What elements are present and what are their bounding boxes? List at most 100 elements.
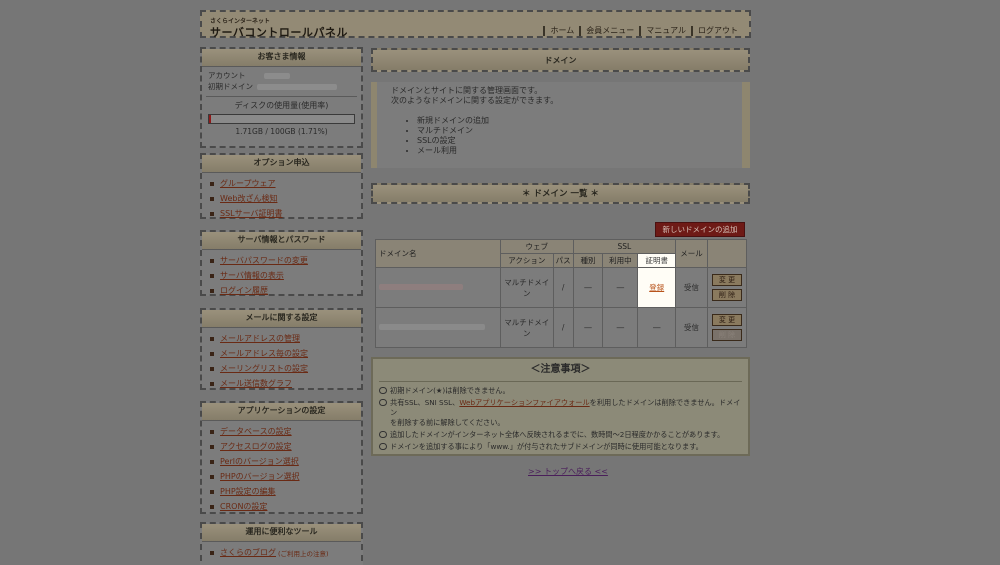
domain-list-title: ＊ ドメイン 一覧 ＊ <box>371 183 750 204</box>
database-link[interactable]: データベースの設定 <box>220 426 292 437</box>
nav-logout[interactable]: ログアウト <box>691 26 743 36</box>
bullet-icon <box>210 273 214 278</box>
sidebar-item-php-config: PHP設定の編集 <box>210 484 357 499</box>
col-action: アクション <box>499 253 554 268</box>
options-panel: オプション申込 グループウェア Web改ざん検知 SSLサーバ証明書 <box>200 153 363 219</box>
login-history-link[interactable]: ログイン履歴 <box>220 285 268 296</box>
disk-usage-fill <box>209 115 212 123</box>
page-title: ドメイン <box>371 48 750 72</box>
intro-list: 新規ドメインの追加 マルチドメイン SSLの設定 メール利用 <box>417 116 728 156</box>
nav-member-menu[interactable]: 会員メニュー <box>579 26 639 36</box>
customer-info-title: お客さま情報 <box>202 49 361 67</box>
sidebar-item-php: PHPのバージョン選択 <box>210 469 357 484</box>
mail-cell: 受信 <box>675 267 708 308</box>
action-cell: マルチドメイン <box>499 267 554 308</box>
account-value-redacted <box>263 73 290 79</box>
mail-per-address-link[interactable]: メールアドレス毎の設定 <box>220 348 308 359</box>
domain-table: ドメイン名 ウェブ SSL メール アクション パス 種別 利用中 証明書 マル… <box>375 239 748 348</box>
table-row: マルチドメイン / ― ― ― 受信 変 更 削 除 <box>375 307 748 348</box>
ssl-cert-link[interactable]: SSLサーバ証明書 <box>220 208 283 219</box>
mail-address-link[interactable]: メールアドレスの管理 <box>220 333 300 344</box>
note-item: 共有SSL、SNI SSL、Webアプリケーションファイアウォールを利用したドメ… <box>379 398 742 428</box>
bullet-icon <box>210 258 214 263</box>
blog-note-link[interactable]: (ご利用上の注意) <box>278 548 329 558</box>
mail-settings-panel: メールに関する設定 メールアドレスの管理 メールアドレス毎の設定 メーリングリス… <box>200 308 363 390</box>
sidebar-item-mail-address: メールアドレスの管理 <box>210 331 357 346</box>
tools-panel: 運用に便利なツール さくらのブログ (ご利用上の注意) <box>200 522 363 565</box>
waf-link[interactable]: Webアプリケーションファイアウォール <box>459 398 589 407</box>
change-password-link[interactable]: サーバパスワードの変更 <box>220 255 308 266</box>
server-info-panel: サーバ情報とパスワード サーバパスワードの変更 サーバ情報の表示 ログイン履歴 <box>200 230 363 296</box>
register-certificate-link[interactable]: 登録 <box>649 283 664 292</box>
add-domain-button[interactable]: 新しいドメインの追加 <box>655 222 745 237</box>
cron-link[interactable]: CRONの設定 <box>220 501 267 512</box>
sidebar-item-login-history: ログイン履歴 <box>210 283 357 298</box>
mail-graph-link[interactable]: メール送信数グラフ <box>220 378 292 389</box>
notes-title: ＜注意事項＞ <box>379 359 742 382</box>
account-row: アカウント <box>202 70 361 81</box>
bullet-icon <box>210 196 214 201</box>
back-to-top-link[interactable]: >> トップへ戻る << <box>528 467 608 476</box>
bullet-icon <box>210 288 214 293</box>
sidebar-item-perl: Perlのバージョン選択 <box>210 454 357 469</box>
bullet-icon <box>210 444 214 449</box>
web-tamper-link[interactable]: Web改ざん検知 <box>220 193 277 204</box>
php-version-link[interactable]: PHPのバージョン選択 <box>220 471 300 482</box>
sidebar-item-mailing-list: メーリングリストの設定 <box>210 361 357 376</box>
sidebar-item-blog: さくらのブログ (ご利用上の注意) <box>210 545 357 560</box>
top-nav: ホーム 会員メニュー マニュアル ログアウト <box>543 26 743 36</box>
sidebar-item-groupware: グループウェア <box>210 176 357 191</box>
bullet-icon <box>210 381 214 386</box>
server-info-link[interactable]: サーバ情報の表示 <box>220 270 284 281</box>
sidebar-item-mail-graph: メール送信数グラフ <box>210 376 357 391</box>
note-item: 初期ドメイン(★)は削除できません。 <box>379 386 742 396</box>
change-button[interactable]: 変 更 <box>711 274 742 286</box>
speech-bubble-icon <box>379 387 387 394</box>
delete-button-disabled: 削 除 <box>711 329 742 341</box>
access-log-link[interactable]: アクセスログの設定 <box>220 441 292 452</box>
disk-usage-title: ディスクの使用量(使用率) <box>206 96 357 111</box>
bullet-icon <box>210 489 214 494</box>
bullet-icon <box>210 459 214 464</box>
col-mail: メール <box>675 239 708 268</box>
domain-name-redacted <box>379 324 485 330</box>
logo[interactable]: サーバコントロールパネル <box>210 24 348 40</box>
bullet-icon <box>210 429 214 434</box>
certificate-cell: ― <box>637 307 677 348</box>
note-text: ドメインを追加する事により「www.」が付与されたサブドメインが同時に使用可能と… <box>390 442 703 451</box>
domain-name-cell <box>375 267 501 308</box>
bullet-icon <box>210 181 214 186</box>
php-config-link[interactable]: PHP設定の編集 <box>220 486 276 497</box>
note-text-part: を削除する前に解除してください。 <box>390 418 505 427</box>
buttons-cell: 変 更 削 除 <box>706 267 748 308</box>
speech-bubble-icon <box>379 399 387 406</box>
sidebar-item-access-log: アクセスログの設定 <box>210 439 357 454</box>
options-title: オプション申込 <box>202 155 361 173</box>
perl-version-link[interactable]: Perlのバージョン選択 <box>220 456 299 467</box>
note-item: 追加したドメインがインターネット全体へ反映されるまでに、数時間〜2日程度かかるこ… <box>379 430 742 440</box>
speech-bubble-icon <box>379 431 387 438</box>
sidebar-item-database: データベースの設定 <box>210 424 357 439</box>
delete-button[interactable]: 削 除 <box>711 289 742 301</box>
col-type: 種別 <box>572 253 604 268</box>
blog-link[interactable]: さくらのブログ <box>220 547 276 558</box>
nav-home[interactable]: ホーム <box>543 26 579 36</box>
back-to-top: >> トップへ戻る << <box>528 466 608 477</box>
server-info-title: サーバ情報とパスワード <box>202 232 361 250</box>
bullet-icon <box>210 474 214 479</box>
change-button[interactable]: 変 更 <box>711 314 742 326</box>
bullet-icon <box>210 336 214 341</box>
bullet-icon <box>210 366 214 371</box>
intro-item: マルチドメイン <box>417 126 728 136</box>
ssl-type-cell: ― <box>572 307 604 348</box>
mailing-list-link[interactable]: メーリングリストの設定 <box>220 363 308 374</box>
nav-manual[interactable]: マニュアル <box>639 26 691 36</box>
tools-title: 運用に便利なツール <box>202 524 361 542</box>
groupware-link[interactable]: グループウェア <box>220 178 276 189</box>
sidebar-item-cron: CRONの設定 <box>210 499 357 514</box>
note-text-part: 共有SSL、SNI SSL、 <box>390 398 460 407</box>
domain-name-redacted <box>379 284 463 290</box>
mail-settings-title: メールに関する設定 <box>202 310 361 328</box>
domain-name-cell <box>375 307 501 348</box>
col-group-ssl: SSL <box>572 239 677 254</box>
